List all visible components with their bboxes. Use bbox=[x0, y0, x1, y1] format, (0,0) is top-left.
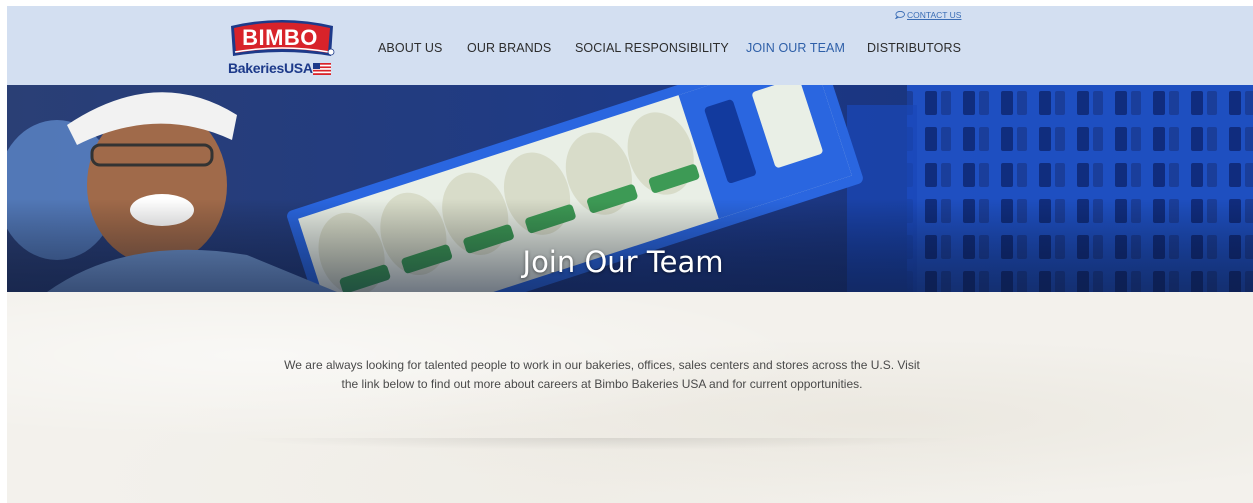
us-flag-icon bbox=[313, 63, 331, 75]
hero-banner: Join Our Team bbox=[7, 85, 1253, 292]
logo-wordmark: BIMBO bbox=[242, 25, 318, 50]
nav-item-social-responsibility[interactable]: SOCIAL RESPONSIBILITY bbox=[575, 41, 729, 55]
contact-us-link[interactable]: CONTACT US bbox=[895, 10, 961, 20]
chat-bubble-icon bbox=[895, 11, 905, 19]
paper-texture-background bbox=[7, 292, 1253, 503]
bimbo-bakeries-logo[interactable]: BIMBO BakeriesUSA bbox=[227, 16, 337, 78]
main-content: We are always looking for talented peopl… bbox=[7, 292, 1253, 503]
careers-intro-text: We are always looking for talented peopl… bbox=[284, 358, 920, 391]
site-header: BIMBO BakeriesUSA CONTACT US ABOUT US OU… bbox=[7, 6, 1253, 85]
contact-us-label: CONTACT US bbox=[907, 10, 962, 20]
nav-item-distributors[interactable]: DISTRIBUTORS bbox=[867, 41, 961, 55]
section-divider bbox=[232, 438, 972, 450]
nav-item-our-brands[interactable]: OUR BRANDS bbox=[467, 41, 551, 55]
logo-subtitle: BakeriesUSA bbox=[228, 60, 313, 76]
nav-item-about-us[interactable]: ABOUT US bbox=[378, 41, 442, 55]
hero-title: Join Our Team bbox=[522, 245, 724, 279]
nav-item-join-our-team[interactable]: JOIN OUR TEAM bbox=[746, 41, 845, 55]
